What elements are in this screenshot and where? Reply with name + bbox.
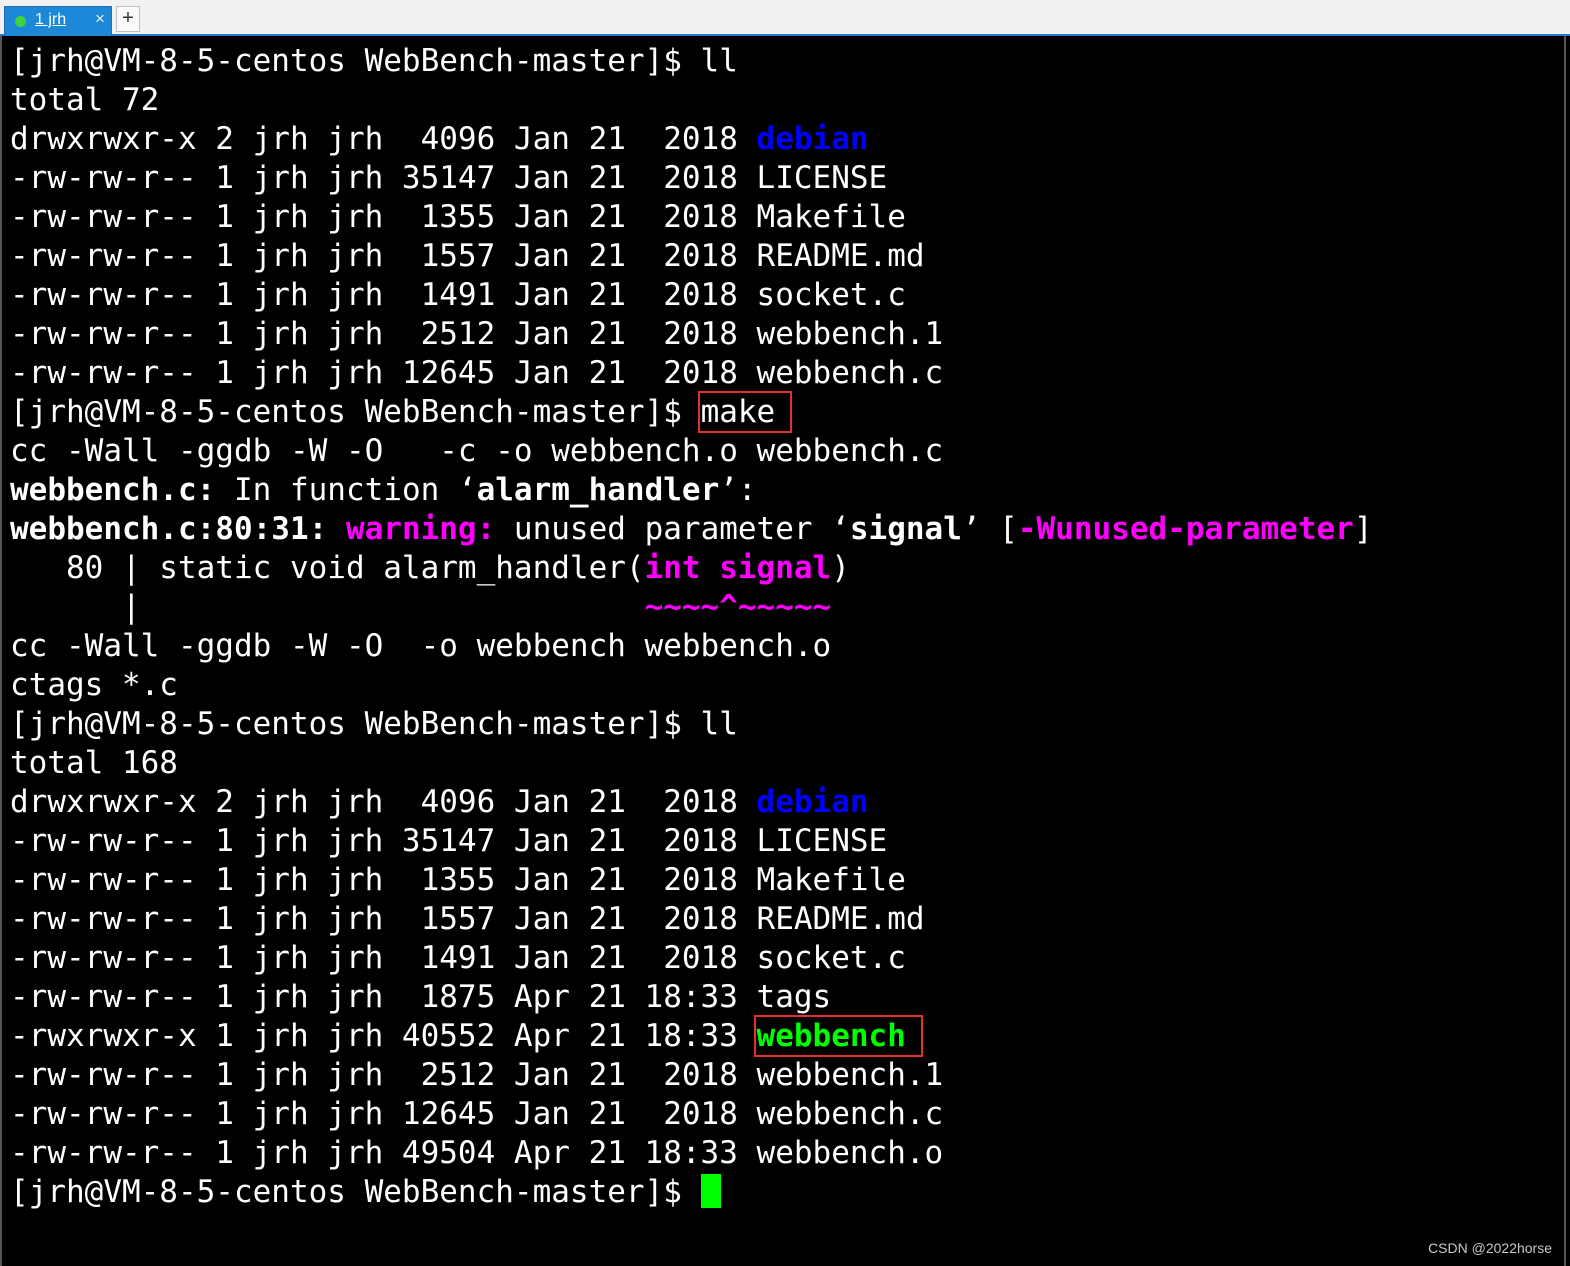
terminal-line: -rw-rw-r-- 1 jrh jrh 35147 Jan 21 2018 L… (10, 822, 1372, 861)
terminal-text: -rw-rw-r-- 1 jrh jrh 2512 Jan 21 2018 we… (10, 316, 944, 352)
terminal-text: drwxrwxr-x 2 jrh jrh 4096 Jan 21 2018 (10, 121, 757, 157)
terminal-line: ctags *.c (10, 666, 1372, 705)
directory-name: debian (756, 784, 869, 820)
terminal-line: webbench.c: In function ‘alarm_handler’: (10, 471, 1372, 510)
terminal-text: cc -Wall -ggdb -W -O -o webbench webbenc… (10, 628, 832, 664)
terminal-text: total 72 (10, 82, 160, 118)
new-tab-button[interactable]: + (116, 6, 140, 32)
terminal-text: -rwxrwxr-x 1 jrh jrh 40552 Apr 21 18:33 (10, 1018, 757, 1054)
terminal-text: [jrh@VM-8-5-centos WebBench-master]$ (10, 1174, 701, 1210)
terminal-text: drwxrwxr-x 2 jrh jrh 4096 Jan 21 2018 (10, 784, 757, 820)
terminal-line: -rw-rw-r-- 1 jrh jrh 1355 Jan 21 2018 Ma… (10, 198, 1372, 237)
terminal-line: -rw-rw-r-- 1 jrh jrh 1557 Jan 21 2018 RE… (10, 237, 1372, 276)
text-cursor (700, 1174, 721, 1208)
terminal-text: unused parameter ‘ (495, 511, 850, 547)
terminal-line: -rw-rw-r-- 1 jrh jrh 12645 Jan 21 2018 w… (10, 354, 1372, 393)
terminal-text: ’ [ (961, 511, 1018, 547)
terminal-text: -Wunused-parameter (1017, 511, 1354, 547)
executable-name: webbench (753, 1015, 923, 1057)
terminal-text: [jrh@VM-8-5-centos WebBench-master]$ ll (10, 43, 738, 79)
terminal-line: -rw-rw-r-- 1 jrh jrh 12645 Jan 21 2018 w… (10, 1095, 1372, 1134)
terminal-text: ctags *.c (10, 667, 178, 703)
terminal-text: ) (831, 550, 850, 586)
terminal-text: [jrh@VM-8-5-centos WebBench-master]$ ll (10, 706, 738, 742)
terminal-line: -rw-rw-r-- 1 jrh jrh 2512 Jan 21 2018 we… (10, 315, 1372, 354)
terminal-line: [jrh@VM-8-5-centos WebBench-master]$ ll (10, 42, 1372, 81)
terminal-text: ~~~~^~~~~~ (644, 589, 832, 625)
terminal-line: -rw-rw-r-- 1 jrh jrh 2512 Jan 21 2018 we… (10, 1056, 1372, 1095)
terminal-text: -rw-rw-r-- 1 jrh jrh 1355 Jan 21 2018 Ma… (10, 199, 906, 235)
terminal-text: -rw-rw-r-- 1 jrh jrh 35147 Jan 21 2018 L… (10, 823, 888, 859)
terminal-line: -rw-rw-r-- 1 jrh jrh 35147 Jan 21 2018 L… (10, 159, 1372, 198)
terminal-line: total 168 (10, 744, 1372, 783)
terminal-text: -rw-rw-r-- 1 jrh jrh 12645 Jan 21 2018 w… (10, 355, 944, 391)
terminal-text: -rw-rw-r-- 1 jrh jrh 1491 Jan 21 2018 so… (10, 277, 906, 313)
terminal-text: webbench.c:80:31: (10, 511, 328, 547)
terminal-text: signal (849, 511, 962, 547)
terminal-window[interactable]: [jrh@VM-8-5-centos WebBench-master]$ ll t… (0, 36, 1566, 1266)
terminal-line: cc -Wall -ggdb -W -O -o webbench webbenc… (10, 627, 1372, 666)
terminal-text: 80 | static void alarm_handler( (10, 550, 645, 586)
terminal-line: -rw-rw-r-- 1 jrh jrh 1355 Jan 21 2018 Ma… (10, 861, 1372, 900)
terminal-output: [jrh@VM-8-5-centos WebBench-master]$ ll t… (10, 42, 1372, 1212)
terminal-text: -rw-rw-r-- 1 jrh jrh 1875 Apr 21 18:33 t… (10, 979, 832, 1015)
watermark: CSDN @2022horse (1428, 1240, 1552, 1256)
terminal-line: -rw-rw-r-- 1 jrh jrh 49504 Apr 21 18:33 … (10, 1134, 1372, 1173)
terminal-text: -rw-rw-r-- 1 jrh jrh 1355 Jan 21 2018 Ma… (10, 862, 906, 898)
terminal-text: warning: (345, 511, 496, 547)
terminal-line: webbench.c:80:31: warning: unused parame… (10, 510, 1372, 549)
terminal-line: -rw-rw-r-- 1 jrh jrh 1875 Apr 21 18:33 t… (10, 978, 1372, 1017)
terminal-text: -rw-rw-r-- 1 jrh jrh 1557 Jan 21 2018 RE… (10, 901, 925, 937)
terminal-line: -rw-rw-r-- 1 jrh jrh 1491 Jan 21 2018 so… (10, 276, 1372, 315)
terminal-text: -rw-rw-r-- 1 jrh jrh 12645 Jan 21 2018 w… (10, 1096, 944, 1132)
terminal-line: [jrh@VM-8-5-centos WebBench-master]$ ll (10, 705, 1372, 744)
terminal-line: | ~~~~^~~~~~ (10, 588, 1372, 627)
terminal-text: -rw-rw-r-- 1 jrh jrh 49504 Apr 21 18:33 … (10, 1135, 944, 1171)
tab-bar: 1 jrh × + (0, 0, 1570, 36)
terminal-text: ] (1353, 511, 1373, 547)
terminal-line: total 72 (10, 81, 1372, 120)
tab-label: 1 jrh (35, 11, 67, 28)
terminal-line: [jrh@VM-8-5-centos WebBench-master]$ mak… (10, 391, 1372, 433)
terminal-text: cc -Wall -ggdb -W -O -c -o webbench.o we… (10, 433, 944, 469)
terminal-line: -rwxrwxr-x 1 jrh jrh 40552 Apr 21 18:33 … (10, 1015, 1372, 1057)
directory-name: debian (756, 121, 869, 157)
tab-session-1[interactable]: 1 jrh × (4, 6, 112, 36)
highlighted-text: make (697, 391, 793, 433)
terminal-text: int signal (644, 550, 832, 586)
terminal-line: 80 | static void alarm_handler(int signa… (10, 549, 1372, 588)
tab-close-icon[interactable]: × (95, 9, 105, 29)
terminal-line: -rw-rw-r-- 1 jrh jrh 1557 Jan 21 2018 RE… (10, 900, 1372, 939)
terminal-line: -rw-rw-r-- 1 jrh jrh 1491 Jan 21 2018 so… (10, 939, 1372, 978)
terminal-text: -rw-rw-r-- 1 jrh jrh 35147 Jan 21 2018 L… (10, 160, 888, 196)
terminal-text: total 168 (10, 745, 178, 781)
terminal-text: alarm_handler (476, 472, 720, 508)
terminal-line: [jrh@VM-8-5-centos WebBench-master]$ (10, 1173, 1372, 1212)
terminal-text: webbench.c: (10, 472, 216, 508)
connection-status-icon (15, 16, 26, 27)
terminal-text: -rw-rw-r-- 1 jrh jrh 1491 Jan 21 2018 so… (10, 940, 906, 976)
terminal-text: -rw-rw-r-- 1 jrh jrh 1557 Jan 21 2018 RE… (10, 238, 925, 274)
terminal-line: drwxrwxr-x 2 jrh jrh 4096 Jan 21 2018 de… (10, 120, 1372, 159)
terminal-text: ’: (719, 472, 757, 508)
terminal-text: In function ‘ (215, 472, 477, 508)
terminal-text: [jrh@VM-8-5-centos WebBench-master]$ (10, 394, 701, 430)
terminal-line: drwxrwxr-x 2 jrh jrh 4096 Jan 21 2018 de… (10, 783, 1372, 822)
terminal-line: cc -Wall -ggdb -W -O -c -o webbench.o we… (10, 432, 1372, 471)
terminal-text: -rw-rw-r-- 1 jrh jrh 2512 Jan 21 2018 we… (10, 1057, 944, 1093)
terminal-text: | (10, 589, 645, 625)
